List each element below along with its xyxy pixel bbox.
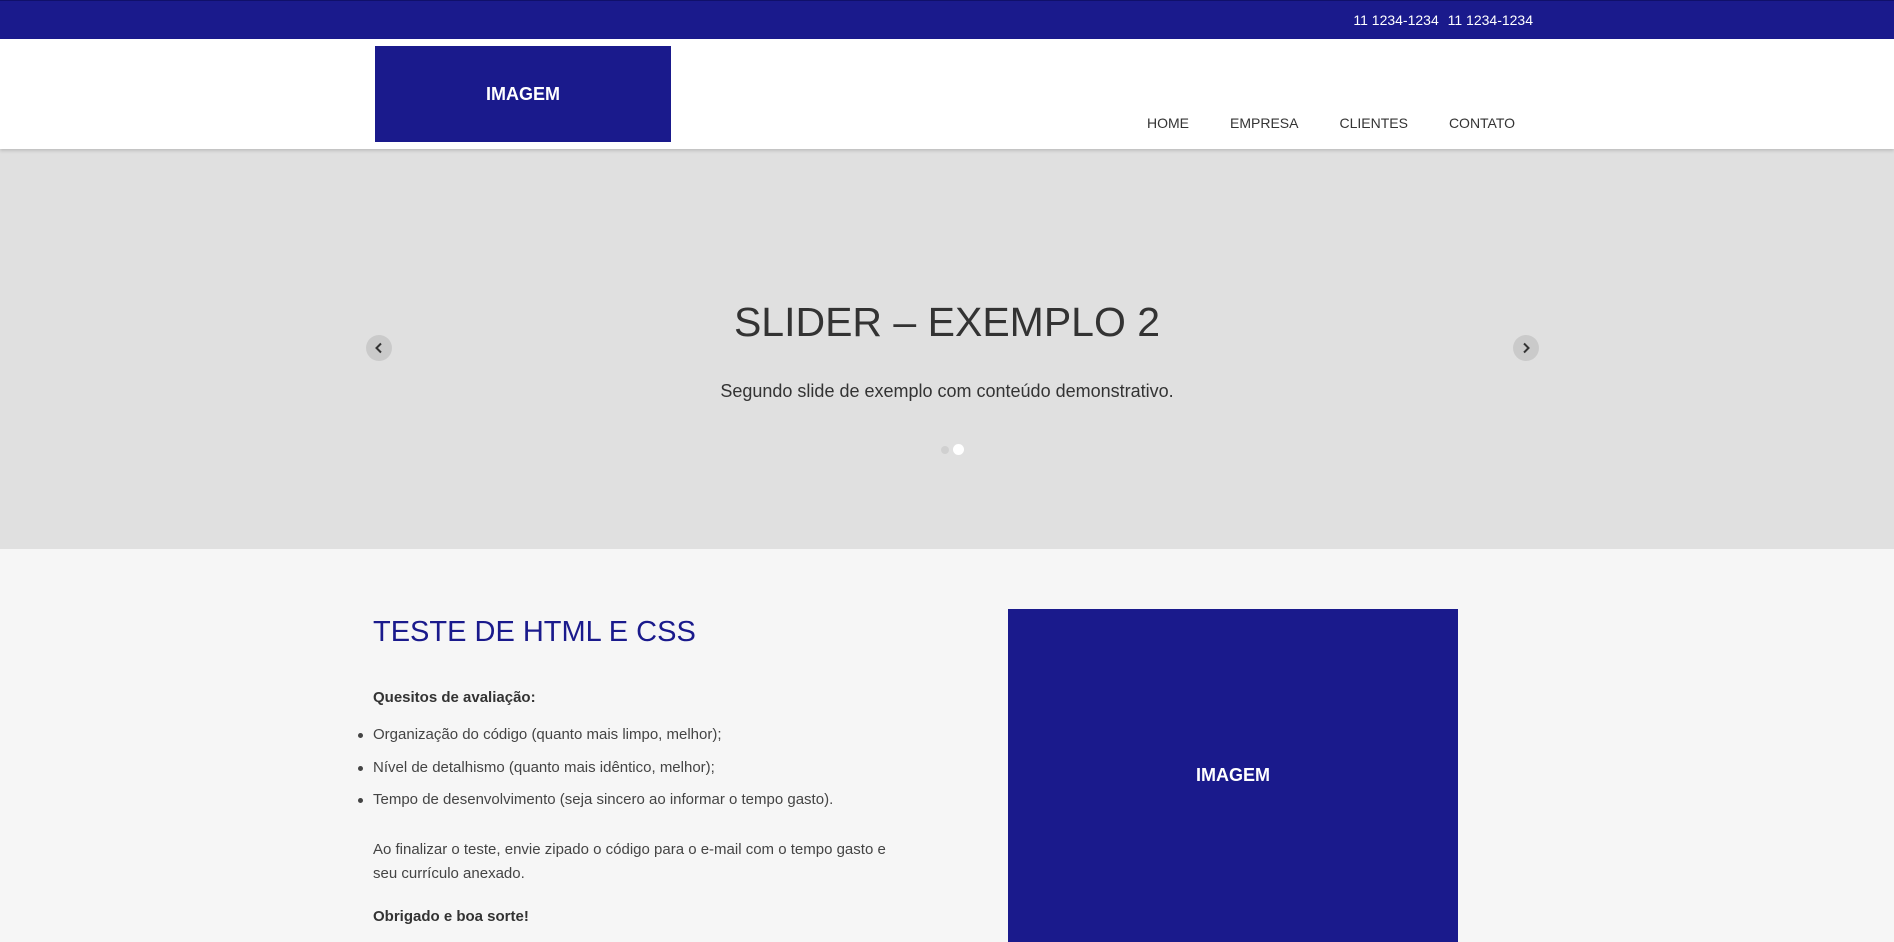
thanks-text: Obrigado e boa sorte! (373, 908, 529, 925)
hero-slider: SLIDER – EXEMPLO 2 Segundo slide de exem… (0, 149, 1894, 549)
slider-pagination (941, 444, 968, 455)
slider-dot-1[interactable] (941, 445, 949, 454)
content-image-placeholder: IMAGEM (1008, 609, 1458, 942)
nav-contato[interactable]: CONTATO (1449, 115, 1515, 131)
content-image-label: IMAGEM (1196, 765, 1270, 785)
main-content: TESTE DE HTML E CSS Quesitos de avaliaçã… (0, 549, 1894, 942)
phone-number-2[interactable]: 11 1234-1234 (1448, 12, 1533, 28)
list-item: Organização do código (quanto mais limpo… (357, 726, 833, 759)
nav-empresa[interactable]: EMPRESA (1230, 115, 1298, 131)
slider-next-button[interactable] (1513, 335, 1539, 361)
slider-dot-2-active[interactable] (953, 444, 964, 455)
logo-label: IMAGEM (486, 83, 560, 104)
section-title: TESTE DE HTML E CSS (373, 616, 696, 648)
slide-description: Segundo slide de exemplo com conteúdo de… (720, 381, 1174, 401)
phone-number-1[interactable]: 11 1234-1234 (1353, 12, 1438, 28)
site-header: IMAGEM HOME EMPRESA CLIENTES CONTATO (0, 39, 1894, 149)
logo-placeholder[interactable]: IMAGEM (375, 46, 671, 142)
list-item: Nível de detalhismo (quanto mais idêntic… (357, 759, 833, 792)
list-item: Tempo de desenvolvimento (seja sincero a… (357, 791, 833, 824)
nav-clientes[interactable]: CLIENTES (1339, 115, 1407, 131)
criteria-heading: Quesitos de avaliação: (373, 689, 536, 706)
nav-home[interactable]: HOME (1147, 115, 1189, 131)
main-nav: HOME EMPRESA CLIENTES CONTATO (1147, 115, 1515, 131)
top-bar: 11 1234-1234 11 1234-1234 (0, 0, 1894, 39)
slide-title: SLIDER – EXEMPLO 2 (733, 299, 1161, 345)
chevron-right-icon (1523, 342, 1530, 354)
criteria-list: Organização do código (quanto mais limpo… (357, 726, 833, 824)
instructions-paragraph: Ao finalizar o teste, envie zipado o cód… (373, 841, 886, 882)
phone-numbers: 11 1234-1234 11 1234-1234 (1353, 12, 1533, 28)
